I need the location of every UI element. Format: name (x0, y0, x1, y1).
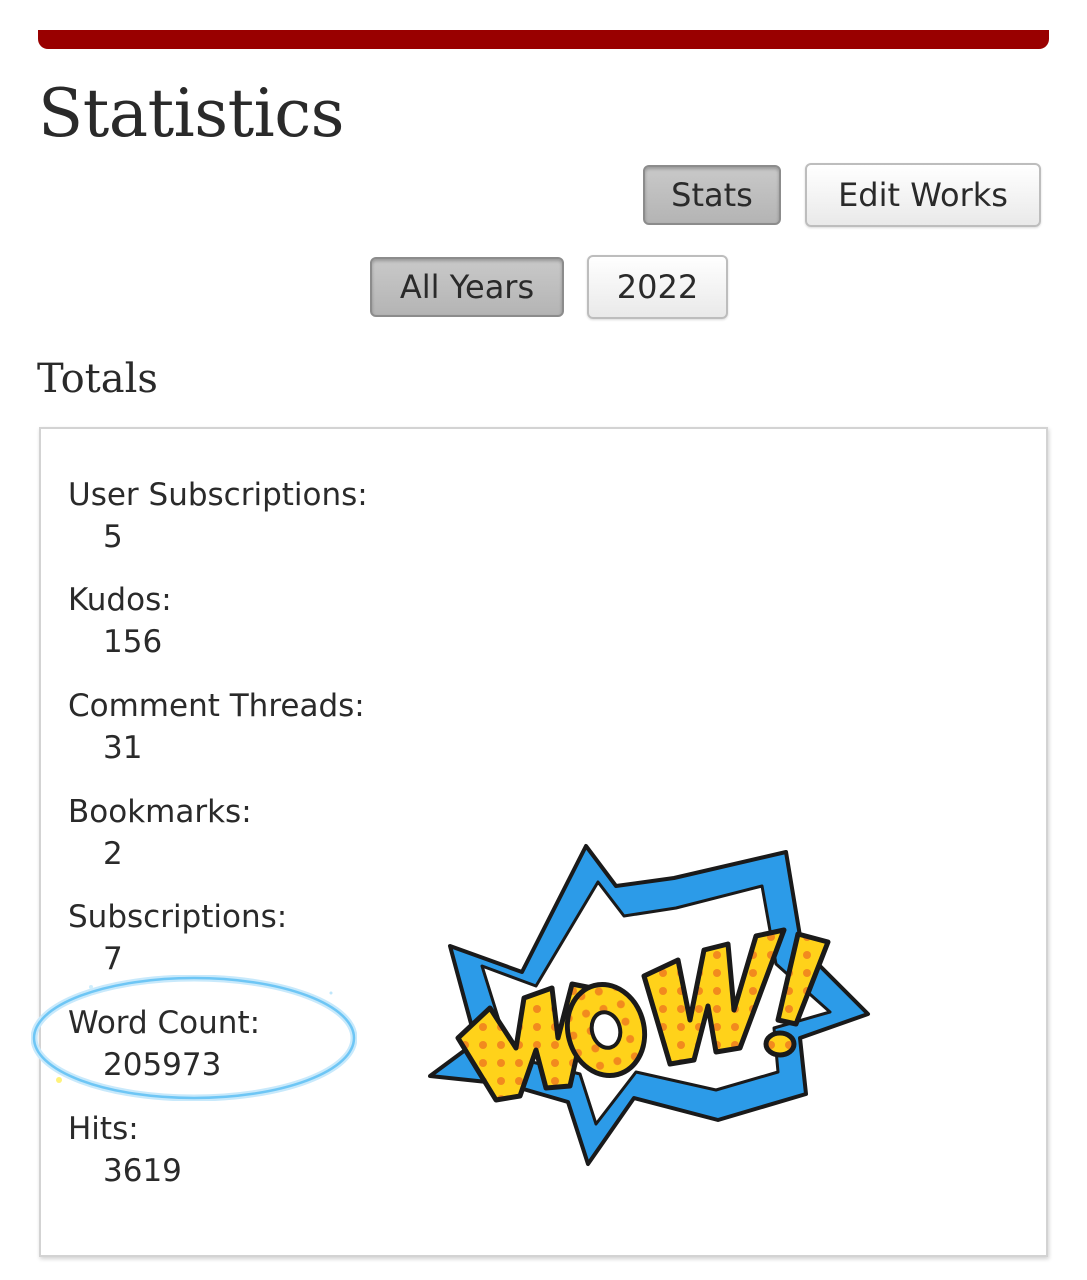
wow-burst-sticker-icon (428, 844, 870, 1166)
stat-value: 156 (103, 624, 163, 660)
all-years-button[interactable]: All Years (370, 257, 564, 317)
stat-kudos: Kudos: 156 (68, 580, 172, 662)
stat-hits: Hits: 3619 (68, 1109, 182, 1191)
stat-label: Comment Threads: (68, 688, 365, 724)
stats-button[interactable]: Stats (643, 165, 781, 225)
year-2022-button[interactable]: 2022 (587, 255, 728, 319)
totals-heading: Totals (37, 356, 158, 402)
stat-value: 7 (103, 941, 123, 977)
stat-bookmarks: Bookmarks: 2 (68, 792, 252, 874)
stat-subscriptions: Subscriptions: 7 (68, 897, 287, 979)
stat-label: Bookmarks: (68, 794, 252, 830)
edit-works-button[interactable]: Edit Works (805, 163, 1041, 227)
stat-word-count: Word Count: 205973 (68, 1003, 260, 1085)
stat-label: Hits: (68, 1111, 139, 1147)
stat-value: 2 (103, 836, 123, 872)
brand-bar (38, 30, 1049, 49)
stat-value: 3619 (103, 1153, 182, 1189)
page-title: Statistics (38, 75, 345, 152)
stat-value: 5 (103, 519, 123, 555)
stat-label: Word Count: (68, 1005, 261, 1041)
stat-label: User Subscriptions: (68, 477, 368, 513)
stat-value: 31 (103, 730, 143, 766)
stat-label: Subscriptions: (68, 899, 288, 935)
stat-comment-threads: Comment Threads: 31 (68, 686, 365, 768)
stat-value: 205973 (103, 1047, 222, 1083)
stat-user-subscriptions: User Subscriptions: 5 (68, 475, 368, 557)
stat-label: Kudos: (68, 582, 172, 618)
